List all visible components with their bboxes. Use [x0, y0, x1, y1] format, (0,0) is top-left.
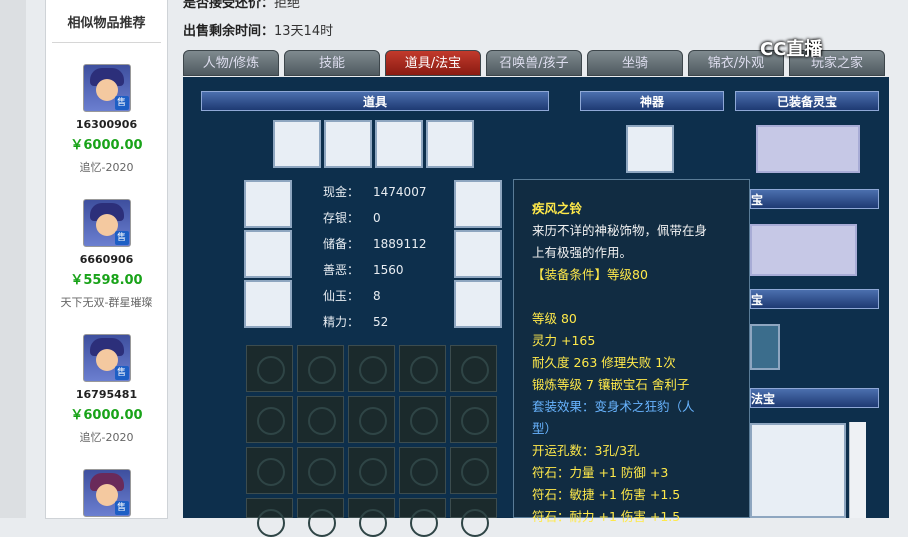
equipped-lingbao-header: 已装备灵宝 — [735, 91, 879, 111]
similar-items-sidebar: 相似物品推荐 售 16300906 ￥6000.00 追忆-2020 售 666… — [45, 0, 168, 519]
artifact-slot[interactable] — [626, 125, 674, 173]
item-price: ￥6000.00 — [70, 138, 143, 153]
inventory-cell[interactable] — [297, 345, 344, 392]
equip-boots-slot[interactable] — [454, 280, 502, 328]
right-section-slots[interactable] — [750, 224, 857, 276]
item-id: 16795481 — [75, 388, 138, 401]
tooltip-desc: 上有极强的作用。 — [532, 245, 633, 260]
item-id: 6660906 — [79, 253, 134, 266]
tab-mounts[interactable]: 坐骑 — [587, 50, 683, 76]
inventory-grid — [246, 345, 503, 537]
item-slot-gold-ring[interactable] — [324, 120, 372, 168]
tooltip-spirit: 灵力 +165 — [532, 333, 596, 348]
artifact-header: 神器 — [580, 91, 724, 111]
stat-reserve: 储备： 1889112 — [323, 237, 427, 251]
sidebar-title: 相似物品推荐 — [52, 0, 161, 43]
tooltip-forge: 锻炼等级 7 镶嵌宝石 舍利子 — [532, 377, 690, 392]
tooltip-holes: 开运孔数：3孔/3孔 — [532, 443, 640, 458]
similar-item[interactable]: 售 — [46, 469, 167, 517]
inventory-cell[interactable] — [297, 447, 344, 494]
right-section-slot[interactable] — [750, 324, 780, 370]
inventory-cell[interactable] — [450, 447, 497, 494]
scrollbar[interactable] — [849, 422, 866, 518]
inventory-cell[interactable] — [297, 498, 344, 537]
inventory-cell[interactable] — [399, 447, 446, 494]
lingbao-slot[interactable] — [756, 125, 860, 173]
role-avatar[interactable]: 售 — [82, 199, 131, 247]
item-slot-bracelet[interactable] — [426, 120, 474, 168]
item-price: ￥6000.00 — [70, 408, 143, 423]
tooltip-rune: 符石：耐力 +1 伤害 +1.5 — [532, 509, 681, 524]
stat-karma: 善恶： 1560 — [323, 263, 404, 277]
inventory-cell[interactable] — [450, 396, 497, 443]
equip-armor-slot[interactable] — [454, 230, 502, 278]
item-slot-pink-jade[interactable] — [273, 120, 321, 168]
role-avatar[interactable]: 售 — [82, 64, 131, 112]
inventory-cell[interactable] — [348, 396, 395, 443]
similar-item[interactable]: 售 16300906 ￥6000.00 追忆-2020 — [46, 64, 167, 175]
tooltip-rune: 符石：力量 +1 防御 +3 — [532, 465, 669, 480]
inventory-cell[interactable] — [246, 345, 293, 392]
tooltip-title: 疾风之铃 — [532, 201, 583, 216]
inventory-cell[interactable] — [348, 498, 395, 537]
tooltip-durability: 耐久度 263 修理失败 1次 — [532, 355, 676, 370]
item-server: 天下无双-群星璀璨 — [60, 296, 153, 309]
fabao-header: 法宝 — [750, 388, 879, 408]
tooltip-set: 型） — [532, 421, 558, 436]
inventory-cell[interactable] — [246, 396, 293, 443]
sell-badge: 售 — [114, 501, 129, 515]
sell-badge: 售 — [114, 231, 129, 245]
role-avatar[interactable]: 售 — [82, 469, 131, 517]
similar-item[interactable]: 售 16795481 ￥6000.00 追忆-2020 — [46, 334, 167, 445]
inventory-cell[interactable] — [348, 447, 395, 494]
right-section-header: 宝 — [750, 189, 879, 209]
inventory-cell[interactable] — [450, 345, 497, 392]
tooltip-level: 等级 80 — [532, 311, 577, 326]
equip-bell-slot[interactable] — [454, 180, 502, 228]
accept-bargain-row: 是否接受还价：拒绝 — [183, 0, 301, 11]
watermark-logo: CC直播 — [760, 39, 823, 60]
inventory-cell[interactable] — [399, 345, 446, 392]
equip-weapon-slot[interactable] — [244, 280, 292, 328]
inventory-cell[interactable] — [297, 396, 344, 443]
inventory-cell[interactable] — [348, 345, 395, 392]
tab-character[interactable]: 人物/修炼 — [183, 50, 279, 76]
tooltip-desc: 来历不详的神秘饰物，佩带在身 — [532, 223, 708, 238]
similar-item[interactable]: 售 6660906 ￥5598.00 天下无双-群星璀璨 — [46, 199, 167, 310]
time-left-row: 出售剩余时间：13天14时 — [183, 24, 334, 39]
left-gutter — [0, 0, 26, 518]
role-avatar[interactable]: 售 — [82, 334, 131, 382]
stat-jade: 仙玉： 8 — [323, 289, 381, 303]
inventory-cell[interactable] — [399, 396, 446, 443]
tooltip-set: 套装效果：变身术之狂豹（人 — [532, 399, 695, 414]
inventory-cell[interactable] — [399, 498, 446, 537]
sell-badge: 售 — [114, 366, 129, 380]
item-slot-jade-pendant[interactable] — [375, 120, 423, 168]
stat-cash: 现金： 1474007 — [323, 185, 427, 199]
inventory-cell[interactable] — [450, 498, 497, 537]
tooltip-rune: 符石：敏捷 +1 伤害 +1.5 — [532, 487, 681, 502]
tab-pets[interactable]: 召唤兽/孩子 — [486, 50, 582, 76]
tab-skills[interactable]: 技能 — [284, 50, 380, 76]
stat-energy: 精力： 52 — [323, 315, 389, 329]
item-tooltip: 疾风之铃 来历不详的神秘饰物，佩带在身 上有极强的作用。 【装备条件】等级80 … — [513, 179, 750, 524]
items-header: 道具 — [201, 91, 549, 111]
fabao-slots[interactable] — [750, 423, 846, 518]
item-id: 16300906 — [75, 118, 138, 131]
equip-fan-slot[interactable] — [244, 230, 292, 278]
item-price: ￥5598.00 — [70, 273, 143, 288]
tab-items[interactable]: 道具/法宝 — [385, 50, 481, 76]
sell-badge: 售 — [114, 96, 129, 110]
stat-deposit: 存银： 0 — [323, 211, 381, 225]
tooltip-requirement: 【装备条件】等级80 — [532, 267, 648, 282]
item-server: 追忆-2020 — [79, 431, 134, 444]
inventory-cell[interactable] — [246, 447, 293, 494]
right-section-header: 宝 — [750, 289, 879, 309]
equip-helmet-slot[interactable] — [244, 180, 292, 228]
inventory-cell[interactable] — [246, 498, 293, 537]
item-server: 追忆-2020 — [79, 161, 134, 174]
